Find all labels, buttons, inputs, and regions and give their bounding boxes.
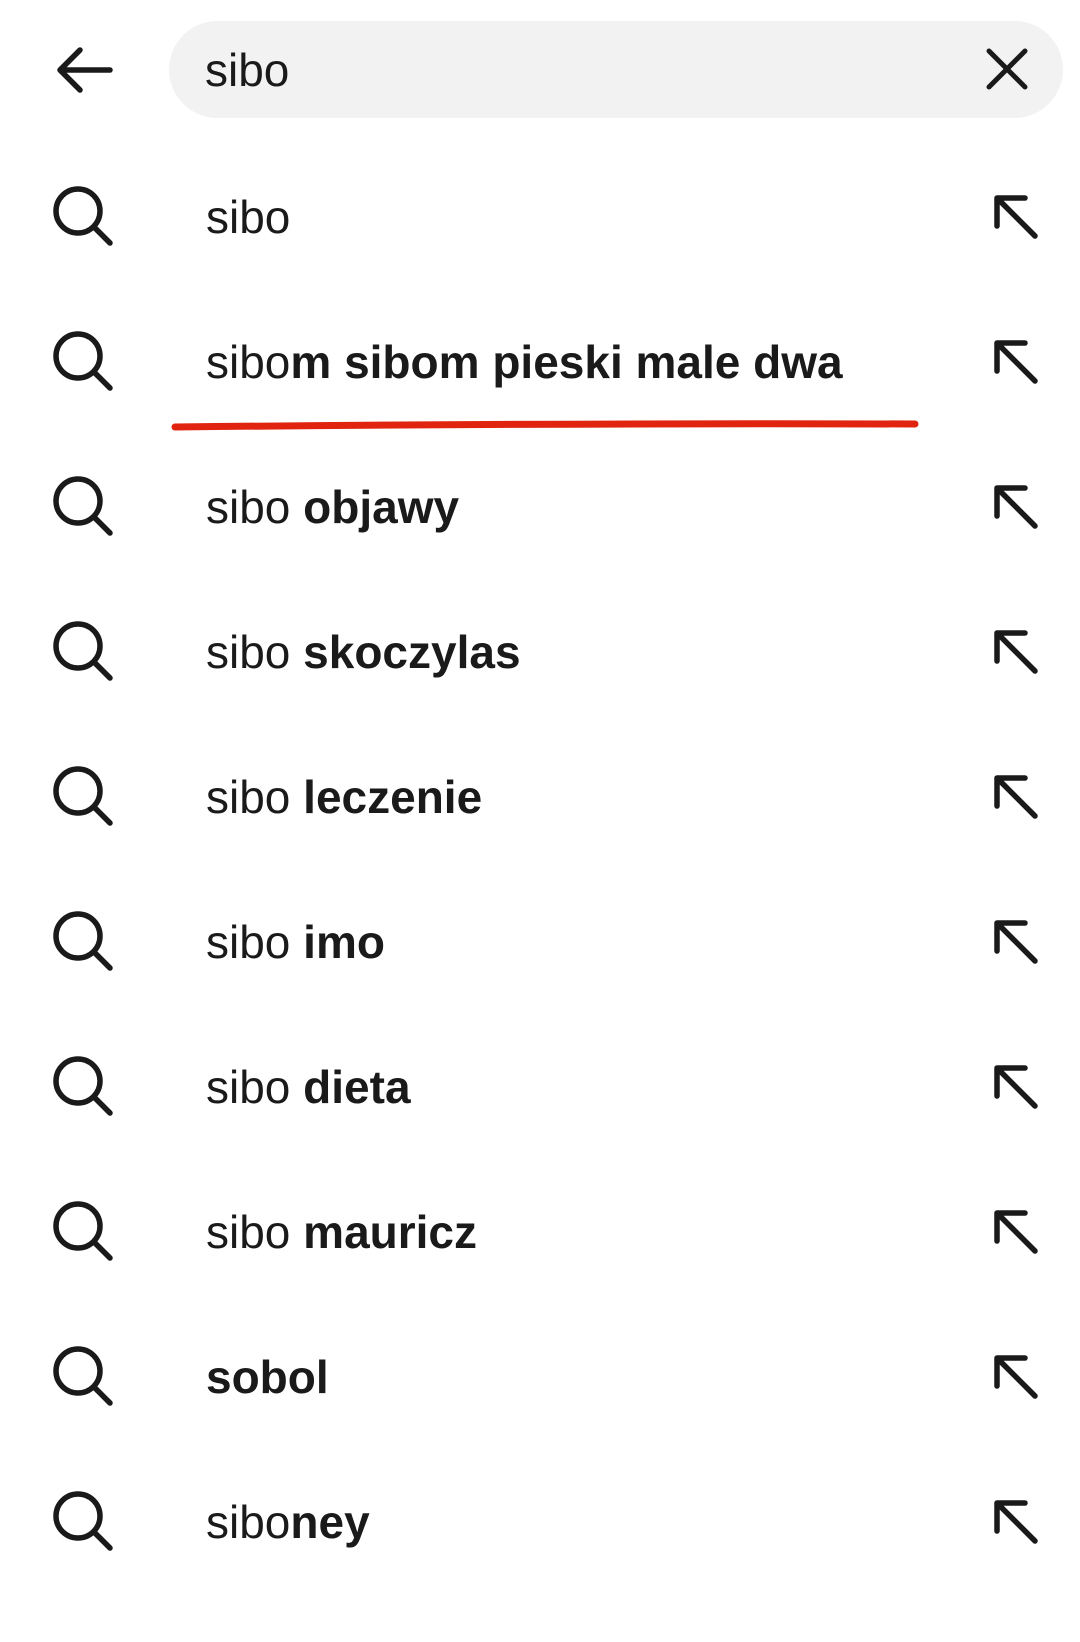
suggestion-typed-text: sibo <box>206 191 291 243</box>
search-icon <box>50 1198 118 1266</box>
search-icon <box>50 1488 118 1556</box>
suggestion-label: siboney <box>206 1450 370 1595</box>
arrow-up-left-icon <box>989 625 1041 682</box>
suggestion-completion-text: skoczylas <box>303 626 521 678</box>
arrow-up-left-icon <box>989 1495 1041 1552</box>
suggestion-label: sibo <box>206 145 290 290</box>
search-icon <box>50 1343 118 1411</box>
arrow-up-left-icon <box>989 1350 1041 1407</box>
suggestion-typed-text: sibo <box>206 626 304 678</box>
suggestion-typed-text: sibo <box>206 771 304 823</box>
fill-query-button[interactable] <box>980 1488 1050 1558</box>
search-icon <box>50 618 118 686</box>
search-icon <box>50 328 118 396</box>
suggestion-typed-text: sibo <box>206 916 304 968</box>
fill-query-button[interactable] <box>980 1343 1050 1413</box>
suggestion-item[interactable]: sibo objawy <box>0 435 1080 580</box>
fill-query-button[interactable] <box>980 618 1050 688</box>
suggestion-completion-text: mauricz <box>303 1206 478 1258</box>
search-icon <box>50 1053 118 1121</box>
suggestion-item[interactable]: sibo <box>0 145 1080 290</box>
search-icon <box>50 908 118 976</box>
suggestion-item[interactable]: sibo dieta <box>0 1015 1080 1160</box>
suggestion-typed-text: sibo <box>206 1061 304 1113</box>
suggestion-completion-text: ney <box>290 1496 370 1548</box>
suggestion-completion-text: m sibom pieski male dwa <box>290 336 843 388</box>
suggestion-completion-text: imo <box>303 916 385 968</box>
arrow-up-left-icon <box>989 190 1041 247</box>
arrow-up-left-icon <box>989 1060 1041 1117</box>
arrow-left-icon <box>57 47 113 93</box>
suggestion-label: sibo mauricz <box>206 1160 477 1305</box>
suggestion-item[interactable]: sibo imo <box>0 870 1080 1015</box>
search-icon <box>50 183 118 251</box>
fill-query-button[interactable] <box>980 473 1050 543</box>
search-input[interactable] <box>205 21 965 118</box>
arrow-up-left-icon <box>989 915 1041 972</box>
suggestion-label: sibo leczenie <box>206 725 482 870</box>
search-icon <box>50 763 118 831</box>
fill-query-button[interactable] <box>980 183 1050 253</box>
fill-query-button[interactable] <box>980 763 1050 833</box>
suggestion-item[interactable]: sobol <box>0 1305 1080 1450</box>
suggestion-list: sibo sibom sibom pieski male dwa sibo obja… <box>0 145 1080 1595</box>
search-icon <box>50 473 118 541</box>
suggestion-item[interactable]: sibom sibom pieski male dwa <box>0 290 1080 435</box>
fill-query-button[interactable] <box>980 1198 1050 1268</box>
suggestion-item[interactable]: sibo leczenie <box>0 725 1080 870</box>
suggestion-completion-text: leczenie <box>303 771 483 823</box>
arrow-up-left-icon <box>989 770 1041 827</box>
fill-query-button[interactable] <box>980 328 1050 398</box>
suggestion-label: sibo dieta <box>206 1015 411 1160</box>
fill-query-button[interactable] <box>980 1053 1050 1123</box>
suggestion-item[interactable]: sibo mauricz <box>0 1160 1080 1305</box>
arrow-up-left-icon <box>989 480 1041 537</box>
suggestion-typed-text: sibo <box>206 1206 304 1258</box>
suggestion-typed-text: sibo <box>206 481 304 533</box>
suggestion-label: sibo objawy <box>206 435 459 580</box>
suggestion-completion-text: dieta <box>303 1061 411 1113</box>
suggestion-item[interactable]: sibo skoczylas <box>0 580 1080 725</box>
suggestion-item[interactable]: siboney <box>0 1450 1080 1595</box>
suggestion-label: sibo skoczylas <box>206 580 521 725</box>
close-icon <box>986 48 1028 90</box>
suggestion-completion-text: sobol <box>206 1351 329 1403</box>
search-header <box>0 0 1080 140</box>
clear-search-button[interactable] <box>975 37 1039 101</box>
suggestion-label: sobol <box>206 1305 329 1450</box>
fill-query-button[interactable] <box>980 908 1050 978</box>
arrow-up-left-icon <box>989 1205 1041 1262</box>
suggestion-completion-text: objawy <box>303 481 460 533</box>
arrow-up-left-icon <box>989 335 1041 392</box>
suggestion-label: sibom sibom pieski male dwa <box>206 290 843 435</box>
suggestion-typed-text: sibo <box>206 336 291 388</box>
suggestion-label: sibo imo <box>206 870 385 1015</box>
suggestion-typed-text: sibo <box>206 1496 291 1548</box>
back-button[interactable] <box>46 32 122 108</box>
search-box <box>169 21 1063 118</box>
